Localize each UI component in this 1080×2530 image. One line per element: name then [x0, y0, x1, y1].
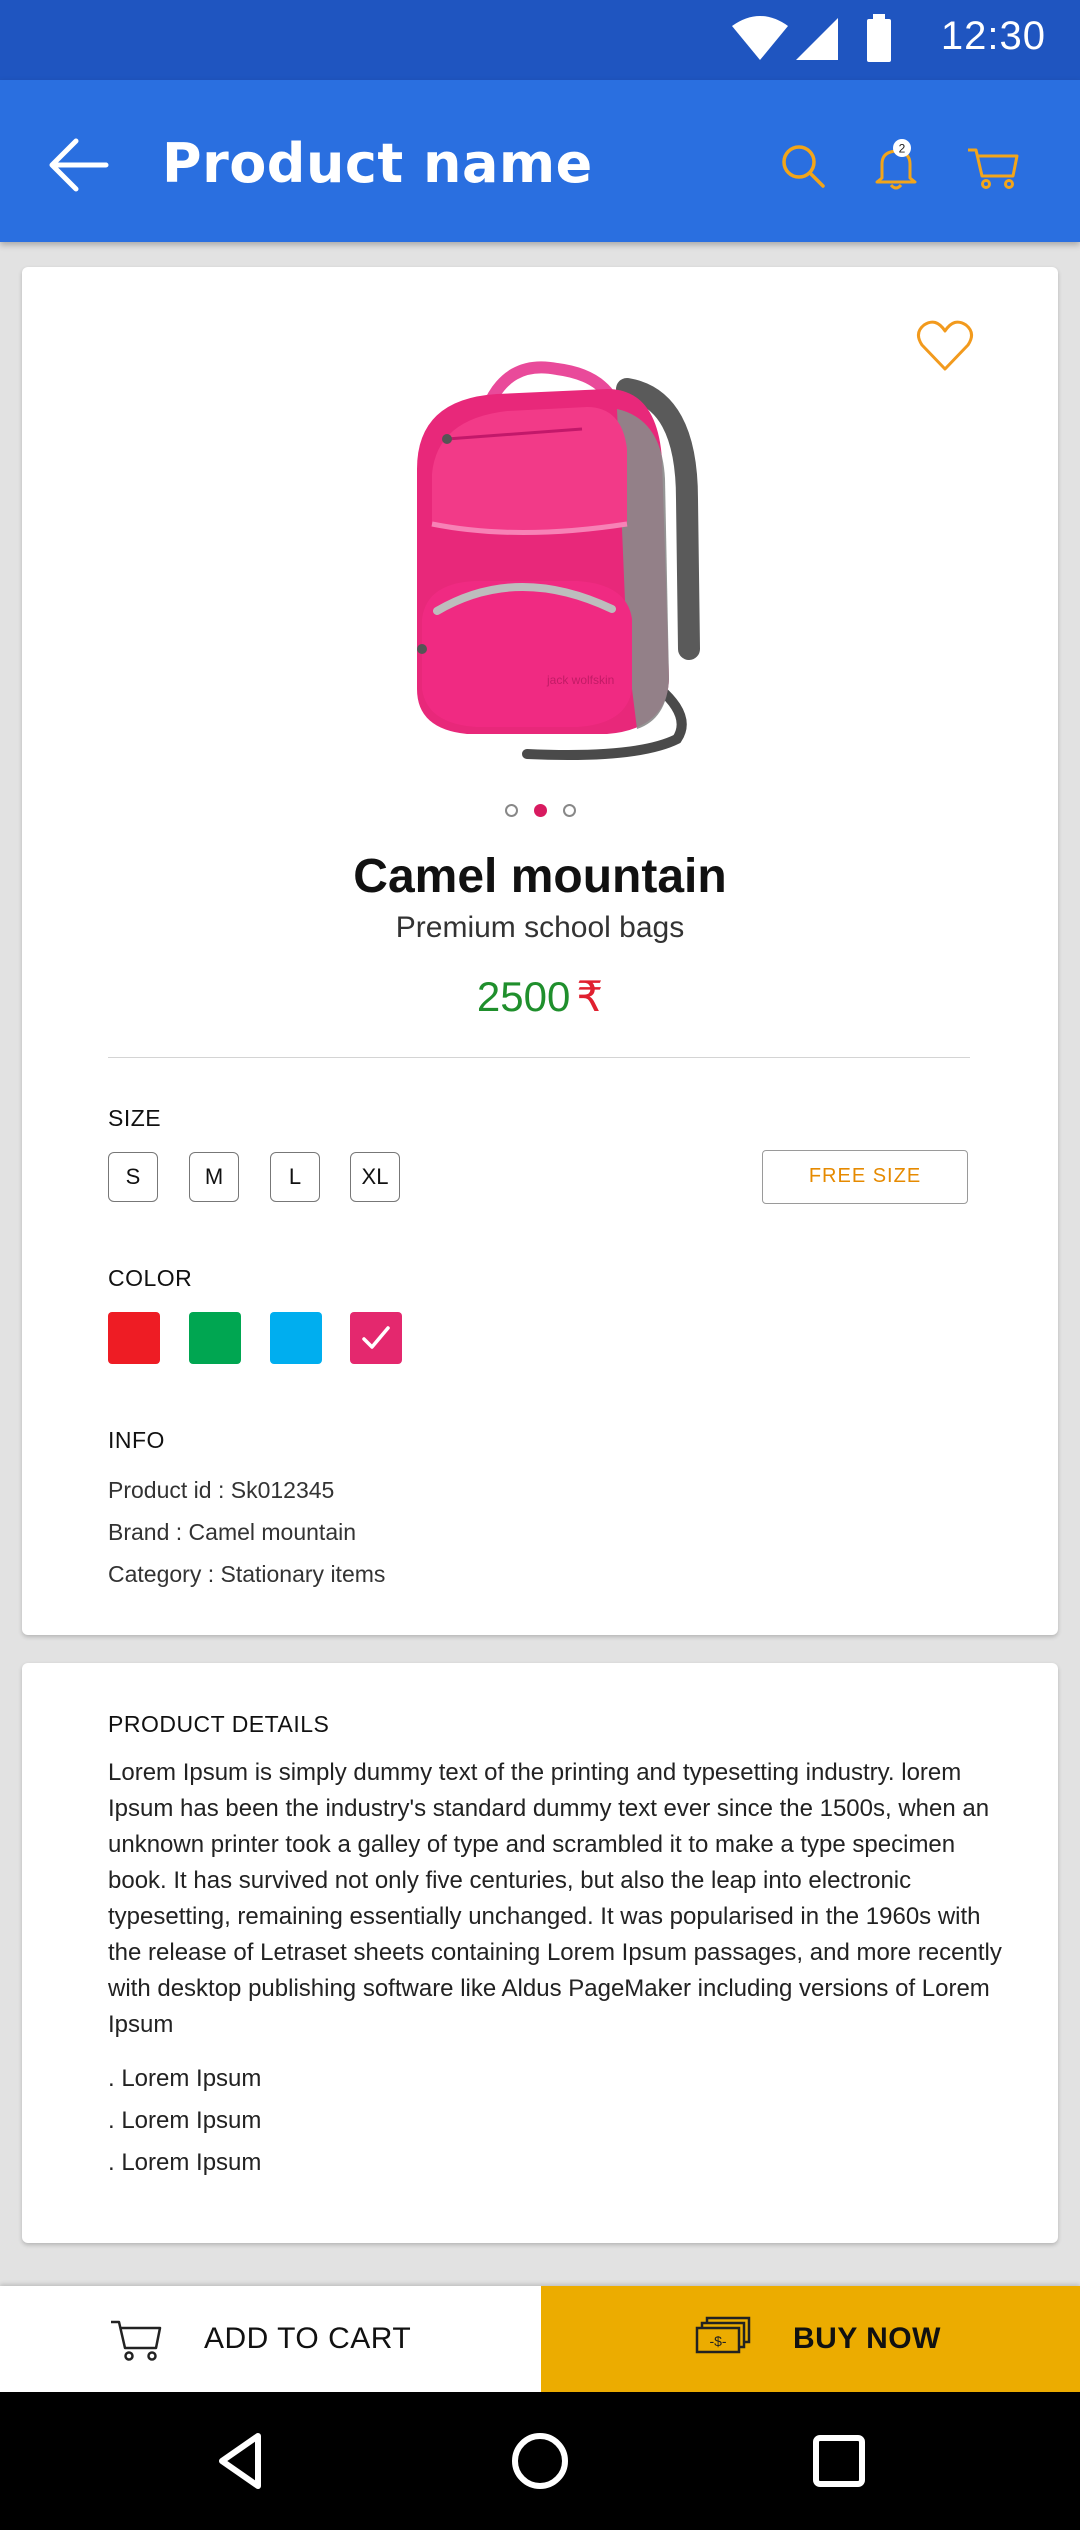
color-swatch-pink-selected[interactable] — [350, 1312, 402, 1364]
cart-icon — [111, 2320, 162, 2361]
battery-icon — [867, 14, 891, 62]
system-nav-bar — [0, 2392, 1080, 2530]
status-bar: 12:30 — [0, 0, 1080, 80]
notification-badge: 2 — [899, 142, 906, 156]
color-swatch-red[interactable] — [108, 1312, 160, 1364]
carousel-dot[interactable] — [562, 804, 576, 817]
buy-now-button[interactable]: -$- BUY NOW — [541, 2286, 1080, 2392]
buy-now-label: BUY NOW — [793, 2322, 941, 2355]
back-arrow-icon — [49, 138, 109, 192]
nav-home-button[interactable] — [507, 2428, 573, 2494]
category: Category : Stationary items — [108, 1561, 386, 1587]
nav-back-button[interactable] — [208, 2428, 274, 2494]
product-image: jack wolfskin — [417, 361, 700, 760]
color-swatch-blue[interactable] — [270, 1312, 322, 1364]
svg-text:jack wolfskin: jack wolfskin — [546, 673, 614, 687]
divider — [108, 1057, 970, 1058]
back-button[interactable] — [44, 130, 114, 200]
size-option-xl[interactable]: XL — [350, 1152, 400, 1202]
bell-icon: 2 — [875, 139, 917, 190]
product-id: Product id : Sk012345 — [108, 1477, 335, 1503]
status-time: 12:30 — [940, 14, 1046, 58]
carousel-dot[interactable] — [504, 804, 518, 817]
info-label: INFO — [108, 1427, 165, 1453]
color-label: COLOR — [108, 1265, 193, 1291]
app-bar: Product name 2 — [0, 80, 1080, 242]
notifications-button[interactable]: 2 — [868, 138, 924, 194]
cart-icon — [968, 148, 1019, 189]
size-label: SIZE — [108, 1105, 162, 1131]
add-to-cart-label: ADD TO CART — [204, 2322, 412, 2355]
price-value: 2500 — [476, 973, 571, 1020]
size-option-s[interactable]: S — [108, 1152, 158, 1202]
list-item: . Lorem Ipsum — [108, 2149, 262, 2176]
bottom-action-bar: ADD TO CART -$- BUY NOW — [0, 2286, 1080, 2392]
favorite-button[interactable] — [914, 315, 976, 377]
list-item: . Lorem Ipsum — [108, 2065, 262, 2092]
svg-text:-$-: -$- — [709, 2333, 726, 2349]
details-body: Lorem Ipsum is simply dummy text of the … — [108, 1759, 1002, 2038]
checkmark-icon — [362, 1326, 390, 1349]
product-card: jack wolfskin Camel mountain Premium sch… — [22, 267, 1058, 1635]
carousel-dot-active[interactable] — [533, 804, 547, 817]
product-details-card: PRODUCT DETAILS Lorem Ipsum is simply du… — [22, 1663, 1058, 2243]
heart-icon — [917, 320, 973, 371]
free-size-button[interactable]: FREE SIZE — [762, 1150, 968, 1204]
color-swatch-green[interactable] — [189, 1312, 241, 1364]
list-item: . Lorem Ipsum — [108, 2107, 262, 2134]
wifi-icon — [732, 16, 788, 60]
carousel-indicator — [22, 804, 1058, 822]
search-button[interactable] — [775, 138, 831, 194]
product-name: Camel mountain — [353, 850, 727, 903]
search-icon — [782, 145, 825, 188]
cash-icon: -$- — [695, 2316, 751, 2354]
nav-recents-button[interactable] — [806, 2428, 872, 2494]
nav-home-icon — [512, 2433, 568, 2489]
size-option-l[interactable]: L — [270, 1152, 320, 1202]
nav-recents-icon — [813, 2435, 865, 2487]
brand: Brand : Camel mountain — [108, 1519, 357, 1545]
cart-button[interactable] — [965, 138, 1021, 194]
details-title: PRODUCT DETAILS — [108, 1711, 330, 1737]
signal-icon — [796, 18, 838, 60]
product-price: 2500 ₹ — [22, 972, 1058, 1021]
nav-back-icon — [219, 2433, 261, 2489]
size-option-m[interactable]: M — [189, 1152, 239, 1202]
currency-symbol: ₹ — [576, 973, 604, 1020]
add-to-cart-button[interactable]: ADD TO CART — [0, 2286, 541, 2392]
status-icons — [730, 14, 900, 64]
product-subtitle: Premium school bags — [395, 911, 685, 944]
page-title: Product name — [162, 132, 593, 195]
